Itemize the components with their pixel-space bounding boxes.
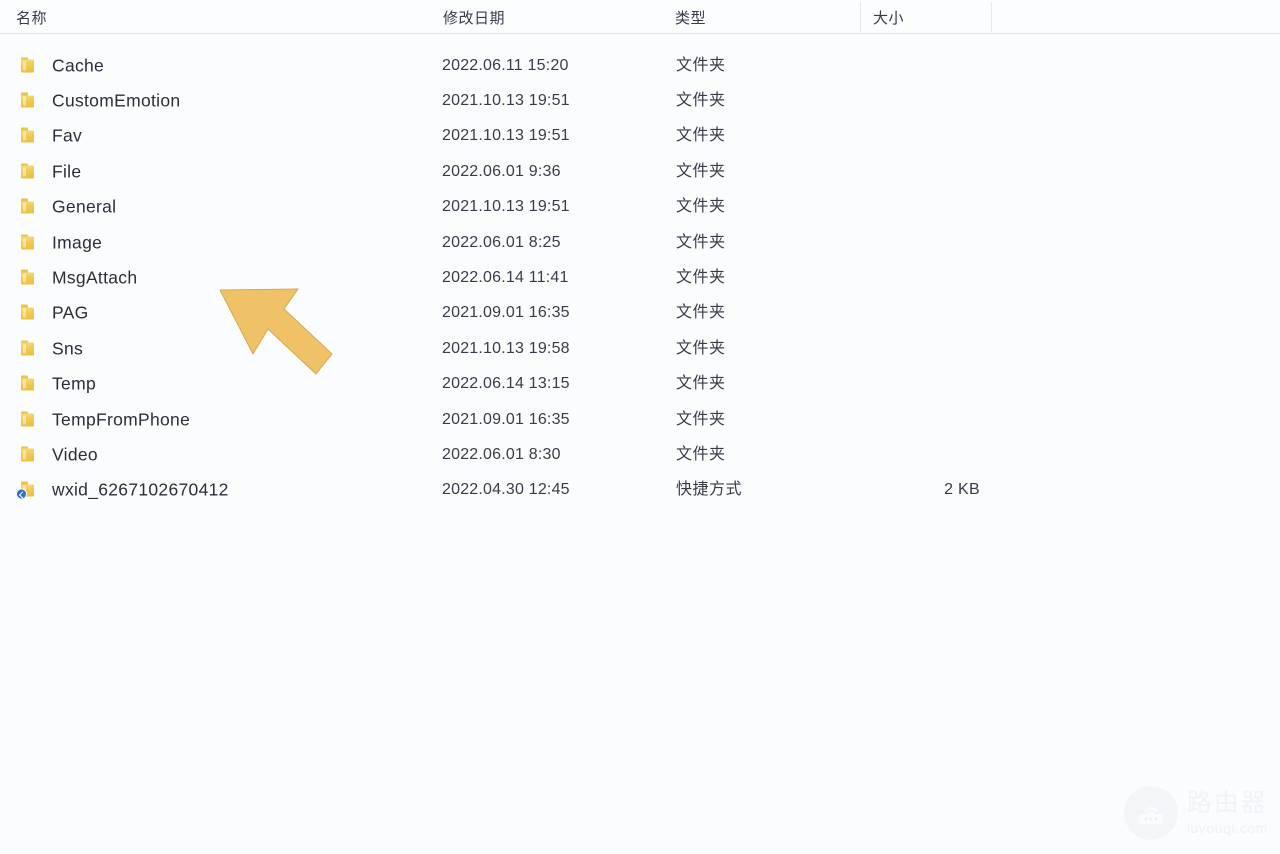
- file-size: 2 KB: [944, 481, 980, 499]
- table-row[interactable]: TempFromPhone 2021.09.01 16:35 文件夹: [0, 402, 1280, 437]
- watermark-text: 路由器 luyouqi.com: [1186, 789, 1268, 836]
- folder-icon: [21, 127, 37, 145]
- file-date: 2021.09.01 16:35: [442, 304, 570, 322]
- folder-icon: [21, 411, 37, 428]
- table-row[interactable]: General 2021.10.13 19:51 文件夹: [0, 190, 1280, 225]
- shortcut-badge-icon: [16, 488, 27, 500]
- file-date: 2021.10.13 19:51: [442, 92, 570, 110]
- file-type: 文件夹: [676, 92, 726, 110]
- column-header-size[interactable]: 大小: [873, 7, 904, 28]
- file-name: Fav: [52, 125, 83, 146]
- table-row[interactable]: File 2022.06.01 9:36 文件夹: [0, 154, 1280, 189]
- file-type: 文件夹: [676, 56, 726, 74]
- watermark-title: 路由器: [1186, 789, 1268, 817]
- file-name: wxid_6267102670412: [52, 479, 229, 500]
- folder-icon: [21, 57, 37, 74]
- file-date: 2021.09.01 16:35: [442, 410, 570, 428]
- file-type: 快捷方式: [676, 481, 743, 499]
- file-name: Cache: [52, 54, 105, 75]
- file-date: 2021.10.13 19:58: [442, 339, 570, 357]
- table-row[interactable]: CustomEmotion 2021.10.13 19:51 文件夹: [0, 83, 1280, 118]
- file-type: 文件夹: [676, 162, 726, 180]
- file-name: MsgAttach: [52, 267, 138, 288]
- file-name: Image: [52, 231, 103, 252]
- table-row[interactable]: MsgAttach 2022.06.14 11:41 文件夹: [0, 260, 1280, 295]
- file-list: Cache 2022.06.11 15:20 文件夹 CustomEmotion 202…: [0, 48, 1280, 508]
- file-date: 2022.06.14 11:41: [442, 269, 569, 287]
- column-divider-size-end[interactable]: [991, 2, 992, 32]
- column-header-type[interactable]: 类型: [675, 7, 706, 28]
- router-icon-glyph: [1138, 807, 1163, 824]
- file-type: 文件夹: [676, 445, 726, 463]
- shortcut-icon: [16, 481, 37, 500]
- file-date: 2021.10.13 19:51: [442, 198, 570, 216]
- table-row[interactable]: Image 2022.06.01 8:25 文件夹: [0, 225, 1280, 260]
- folder-icon: [21, 340, 37, 357]
- watermark: 路由器 luyouqi.com: [1123, 786, 1268, 840]
- folder-icon: [21, 304, 37, 322]
- file-name: File: [52, 161, 82, 182]
- file-name: Video: [52, 444, 98, 465]
- file-type: 文件夹: [676, 127, 726, 145]
- file-type: 文件夹: [676, 269, 726, 287]
- file-name: General: [52, 196, 117, 217]
- file-type: 文件夹: [676, 198, 726, 216]
- file-explorer-list-view: 名称 修改日期 类型 大小 Cache 2022.06.11 15:20 文件夹 Cu…: [0, 0, 1280, 854]
- file-type: 文件夹: [676, 304, 726, 322]
- file-date: 2021.10.13 19:51: [442, 127, 570, 145]
- file-type: 文件夹: [676, 233, 726, 251]
- column-header-name[interactable]: 名称: [16, 7, 47, 28]
- file-date: 2022.06.01 8:25: [442, 233, 561, 251]
- file-date: 2022.06.11 15:20: [442, 56, 569, 74]
- file-type: 文件夹: [676, 375, 726, 393]
- folder-icon: [21, 375, 37, 393]
- file-type: 文件夹: [676, 339, 726, 357]
- folder-icon: [21, 198, 37, 216]
- file-date: 2022.06.01 9:36: [442, 162, 561, 180]
- file-name: PAG: [52, 302, 89, 323]
- file-name: TempFromPhone: [52, 408, 191, 429]
- file-date: 2022.06.14 13:15: [442, 375, 570, 393]
- table-row[interactable]: Cache 2022.06.11 15:20 文件夹: [0, 48, 1280, 83]
- file-name: Sns: [52, 338, 84, 359]
- watermark-subtitle: luyouqi.com: [1186, 820, 1268, 836]
- folder-icon: [21, 446, 37, 463]
- table-row[interactable]: wxid_6267102670412 2022.04.30 12:45 快捷方式 2 …: [0, 473, 1280, 508]
- table-row[interactable]: Fav 2021.10.13 19:51 文件夹: [0, 119, 1280, 154]
- column-header-date-modified[interactable]: 修改日期: [443, 7, 505, 28]
- column-divider-type-size[interactable]: [860, 2, 861, 32]
- table-row[interactable]: Video 2022.06.01 8:30 文件夹: [0, 437, 1280, 472]
- file-date: 2022.04.30 12:45: [442, 481, 570, 499]
- table-row[interactable]: Sns 2021.10.13 19:58 文件夹: [0, 331, 1280, 366]
- folder-icon: [21, 163, 37, 180]
- folder-icon: [21, 269, 37, 287]
- column-header-row: 名称 修改日期 类型 大小: [0, 0, 1280, 34]
- file-name: Temp: [52, 373, 96, 394]
- folder-icon: [21, 92, 37, 110]
- folder-icon: [21, 234, 37, 251]
- file-type: 文件夹: [676, 410, 726, 428]
- file-name: CustomEmotion: [52, 90, 181, 111]
- table-row[interactable]: Temp 2022.06.14 13:15 文件夹: [0, 367, 1280, 402]
- file-date: 2022.06.01 8:30: [442, 445, 561, 463]
- router-icon: [1123, 786, 1178, 840]
- table-row[interactable]: PAG 2021.09.01 16:35 文件夹: [0, 296, 1280, 331]
